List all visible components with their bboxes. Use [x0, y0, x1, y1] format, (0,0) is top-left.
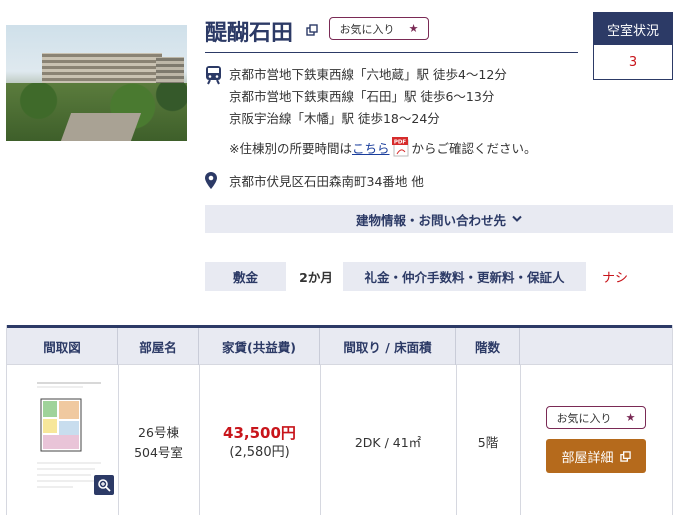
room-number: 504号室 [134, 444, 183, 460]
rent-cell: 43,500円 (2,580円) [199, 365, 320, 515]
location-pin-icon [205, 172, 217, 189]
title-divider [205, 52, 578, 53]
walking-time-link[interactable]: こちら [352, 138, 390, 157]
chevron-down-icon [512, 215, 522, 222]
favorite-label: お気に入り [556, 411, 612, 425]
header-rent: 家賃(共益費) [199, 328, 320, 365]
star-icon: ★ [408, 22, 419, 35]
rent-value: 43,500円 [223, 423, 296, 442]
layout-area: 2DK / 41㎡ [354, 434, 422, 450]
access-line: 京都市営地下鉄東西線「六地蔵」駅 徒歩4～12分 [229, 67, 507, 82]
train-icon [206, 66, 221, 85]
access-list: 京都市営地下鉄東西線「六地蔵」駅 徒歩4～12分 京都市営地下鉄東西線「石田」駅… [229, 64, 507, 130]
note-suffix: からご確認ください。 [411, 140, 537, 156]
header-floor: 階数 [456, 328, 520, 365]
building-info-label: 建物情報・お問い合わせ先 [355, 212, 506, 228]
favorite-label: お気に入り [339, 22, 395, 36]
star-icon: ★ [625, 411, 636, 424]
pdf-badge-text: PDF [393, 140, 406, 146]
header-floorplan: 間取図 [7, 328, 118, 365]
vacancy-status: 空室状況 3 [593, 12, 673, 80]
deposit-label: 敷金 [205, 262, 286, 291]
room-detail-label: 部屋詳細 [561, 450, 614, 466]
access-line: 京阪宇治線「木幡」駅 徒歩18～24分 [229, 111, 440, 126]
room-building: 26号棟 [138, 424, 179, 440]
external-link-icon [619, 450, 631, 462]
floor-cell: 5階 [456, 365, 520, 515]
fees-value: ナシ [601, 271, 628, 286]
header-layout-area: 間取り / 床面積 [320, 328, 456, 365]
deposit-value: 2か月 [299, 270, 333, 285]
header-room-name: 部屋名 [118, 328, 199, 365]
building-info-toggle[interactable]: 建物情報・お問い合わせ先 [205, 205, 673, 233]
header-actions [520, 328, 672, 365]
floor-value: 5階 [477, 434, 499, 450]
fees-label: 礼金・仲介手数料・更新料・保証人 [343, 262, 586, 291]
table-header: 間取図 部屋名 家賃(共益費) 間取り / 床面積 階数 [7, 325, 672, 365]
property-photo [6, 25, 187, 141]
common-fee: (2,580円) [229, 444, 290, 460]
room-table: 間取図 部屋名 家賃(共益費) 間取り / 床面積 階数 26号棟 504号室 … [6, 325, 673, 515]
favorite-button[interactable]: お気に入り ★ [329, 17, 429, 40]
note-prefix: ※住棟別の所要時間は [229, 140, 352, 156]
vacancy-label: 空室状況 [594, 13, 672, 45]
zoom-icon[interactable] [94, 475, 114, 495]
external-link-icon[interactable] [306, 24, 318, 36]
walking-time-note: ※住棟別の所要時間は こちら PDF からご確認ください。 [229, 137, 537, 157]
address: 京都市伏見区石田森南町34番地 他 [229, 174, 424, 189]
room-favorite-button[interactable]: お気に入り ★ [546, 406, 646, 429]
property-name: 醍醐石田 [205, 21, 294, 46]
access-line: 京都市営地下鉄東西線「石田」駅 徒歩6～13分 [229, 89, 495, 104]
room-detail-button[interactable]: 部屋詳細 [546, 439, 646, 473]
pdf-icon[interactable]: PDF [391, 137, 410, 157]
vacancy-count[interactable]: 3 [594, 45, 672, 79]
room-name-cell: 26号棟 504号室 [118, 365, 199, 515]
layout-area-cell: 2DK / 41㎡ [320, 365, 456, 515]
